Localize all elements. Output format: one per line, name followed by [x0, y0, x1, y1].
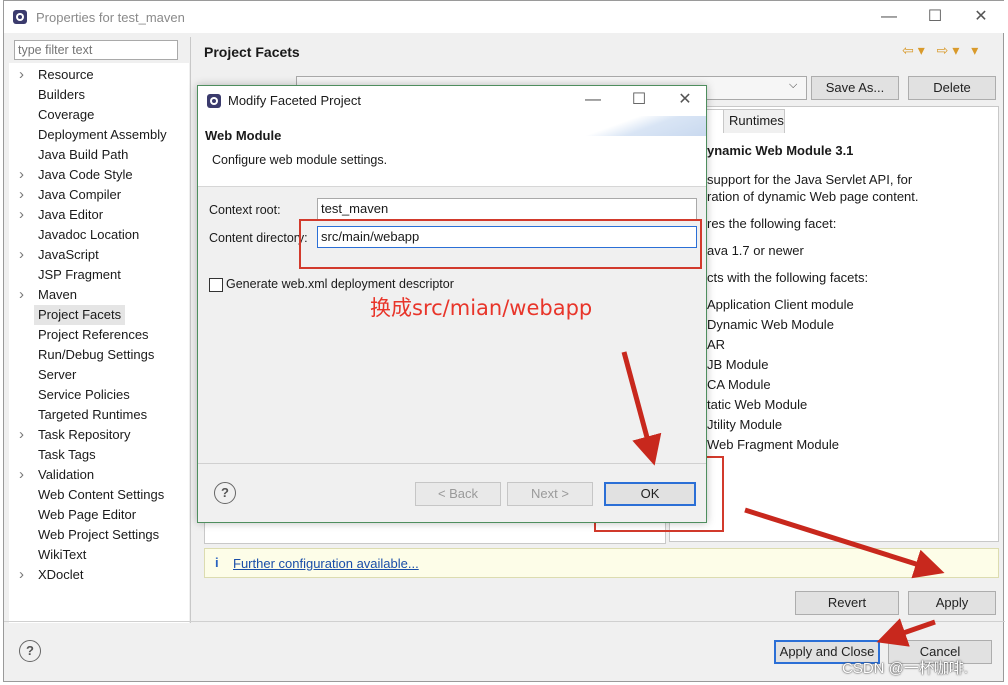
arrow-to-ok	[621, 351, 662, 466]
arrow-to-apply	[744, 507, 945, 579]
watermark: CSDN @一杯咖啡.	[842, 660, 969, 677]
annotation-arrows	[621, 351, 945, 647]
arrow-to-apply-close	[876, 618, 936, 647]
